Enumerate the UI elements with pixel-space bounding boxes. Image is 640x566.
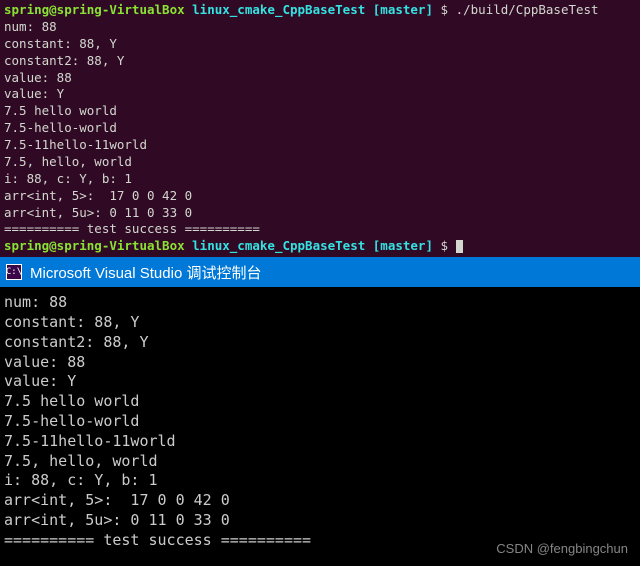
output-line: 7.5-11hello-11world bbox=[4, 137, 636, 154]
prompt-line-1: spring@spring-VirtualBox linux_cmake_Cpp… bbox=[4, 2, 636, 19]
window-title: Microsoft Visual Studio 调试控制台 bbox=[30, 262, 261, 283]
output-line: value: Y bbox=[4, 86, 636, 103]
output-line: num: 88 bbox=[4, 19, 636, 36]
output-line: constant2: 88, Y bbox=[4, 53, 636, 70]
console-icon: C:\ bbox=[6, 264, 22, 280]
output-line: 7.5 hello world bbox=[4, 103, 636, 120]
output-line: value: 88 bbox=[4, 70, 636, 87]
prompt-path: linux_cmake_CppBaseTest bbox=[192, 2, 365, 17]
linux-terminal[interactable]: spring@spring-VirtualBox linux_cmake_Cpp… bbox=[0, 0, 640, 257]
output-line: ========== test success ========== bbox=[4, 221, 636, 238]
output-line: value: Y bbox=[4, 372, 636, 392]
output-line: arr<int, 5>: 17 0 0 42 0 bbox=[4, 491, 636, 511]
windows-console[interactable]: num: 88constant: 88, Yconstant2: 88, Yva… bbox=[0, 287, 640, 552]
windows-titlebar[interactable]: C:\ Microsoft Visual Studio 调试控制台 bbox=[0, 257, 640, 287]
output-line: constant2: 88, Y bbox=[4, 333, 636, 353]
output-line: 7.5-hello-world bbox=[4, 412, 636, 432]
windows-output-block: num: 88constant: 88, Yconstant2: 88, Yva… bbox=[4, 293, 636, 550]
output-line: i: 88, c: Y, b: 1 bbox=[4, 171, 636, 188]
prompt-branch: [master] bbox=[373, 2, 433, 17]
output-line: constant: 88, Y bbox=[4, 36, 636, 53]
output-line: arr<int, 5>: 17 0 0 42 0 bbox=[4, 188, 636, 205]
command-text: ./build/CppBaseTest bbox=[456, 2, 599, 17]
terminal-cursor bbox=[456, 240, 463, 253]
output-line: 7.5-11hello-11world bbox=[4, 432, 636, 452]
prompt-line-2: spring@spring-VirtualBox linux_cmake_Cpp… bbox=[4, 238, 636, 255]
prompt-path: linux_cmake_CppBaseTest bbox=[192, 238, 365, 253]
output-line: num: 88 bbox=[4, 293, 636, 313]
output-line: value: 88 bbox=[4, 353, 636, 373]
prompt-user-host: spring@spring-VirtualBox bbox=[4, 238, 185, 253]
output-line: arr<int, 5u>: 0 11 0 33 0 bbox=[4, 205, 636, 222]
prompt-dollar: $ bbox=[441, 238, 449, 253]
prompt-dollar: $ bbox=[441, 2, 449, 17]
linux-output-block: num: 88constant: 88, Yconstant2: 88, Yva… bbox=[4, 19, 636, 238]
output-line: arr<int, 5u>: 0 11 0 33 0 bbox=[4, 511, 636, 531]
prompt-user-host: spring@spring-VirtualBox bbox=[4, 2, 185, 17]
output-line: i: 88, c: Y, b: 1 bbox=[4, 471, 636, 491]
output-line: 7.5 hello world bbox=[4, 392, 636, 412]
output-line: 7.5, hello, world bbox=[4, 154, 636, 171]
output-line: 7.5, hello, world bbox=[4, 452, 636, 472]
output-line: constant: 88, Y bbox=[4, 313, 636, 333]
watermark-text: CSDN @fengbingchun bbox=[496, 541, 628, 556]
output-line: 7.5-hello-world bbox=[4, 120, 636, 137]
prompt-branch: [master] bbox=[373, 238, 433, 253]
